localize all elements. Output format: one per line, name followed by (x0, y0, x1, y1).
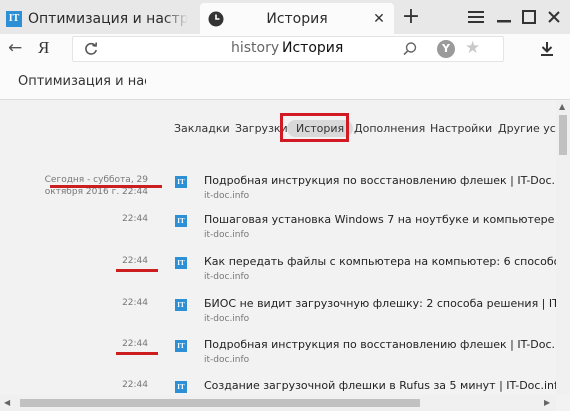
history-time: 22:44 (122, 339, 148, 349)
vertical-scrollbar[interactable]: ▲ (556, 101, 570, 395)
history-domain: it-doc.info (204, 191, 250, 201)
site-favicon: IT (175, 257, 187, 269)
history-domain: it-doc.info (204, 314, 250, 324)
history-title[interactable]: Подробная инструкция по восстановлению ф… (204, 174, 556, 187)
history-time: 22:44 (122, 256, 148, 266)
site-favicon: IT (175, 340, 187, 352)
star-icon[interactable]: ★ (465, 38, 480, 58)
history-row[interactable]: 22:44 IT БИОС не видит загрузочную флешк… (0, 296, 556, 336)
site-favicon: IT (175, 176, 187, 188)
history-row[interactable]: Сегодня - суббота, 29 октября 2016 г. 22… (0, 173, 556, 213)
history-title[interactable]: Подробная инструкция по восстановлению ф… (204, 338, 556, 351)
tab-bar: IT Оптимизация и настройка История ✕ + (0, 0, 570, 34)
history-domain: it-doc.info (204, 230, 250, 240)
history-title[interactable]: Пошаговая установка Windows 7 на ноутбук… (204, 213, 556, 226)
nav-bookmarks[interactable]: Закладки (174, 122, 230, 135)
protect-icon[interactable]: Y (437, 40, 455, 58)
red-underline (116, 269, 158, 272)
url-host: history (231, 40, 280, 56)
history-domain: it-doc.info (204, 355, 250, 365)
scroll-up-icon[interactable]: ▲ (559, 102, 565, 111)
address-row: ← Я history История Y ★ (0, 34, 570, 64)
vertical-scroll-thumb[interactable] (559, 115, 567, 155)
highlight-box (280, 113, 349, 142)
scroll-left-icon[interactable]: ◀ (4, 398, 10, 407)
refresh-icon[interactable] (83, 41, 99, 57)
nav-settings[interactable]: Настройки (430, 122, 492, 135)
red-underline (50, 185, 162, 188)
url-title: История (282, 40, 344, 56)
yandex-logo[interactable]: Я (38, 38, 49, 58)
history-row[interactable]: 22:44 IT Подробная инструкция по восстан… (0, 337, 556, 377)
tab-history[interactable]: История ✕ (200, 3, 394, 34)
nav-other-devices[interactable]: Другие устройств (498, 122, 556, 135)
it-doc-favicon: IT (6, 10, 22, 27)
scroll-right-icon[interactable]: ▶ (544, 398, 550, 407)
browser-nav-links: Закладки Загрузки История Дополнения Нас… (0, 120, 556, 142)
history-time: 22:44 (122, 214, 148, 224)
tab-title-active: История (266, 10, 328, 27)
close-window-icon[interactable] (543, 6, 565, 28)
search-icon[interactable] (402, 41, 418, 57)
history-title[interactable]: Создание загрузочной флешки в Rufus за 5… (204, 379, 556, 392)
history-row[interactable]: 22:44 IT Как передать файлы с компьютера… (0, 254, 556, 294)
minimize-icon[interactable] (493, 6, 515, 28)
nav-extensions[interactable]: Дополнения (354, 122, 425, 135)
history-row[interactable]: 22:44 IT Создание загрузочной флешки в R… (0, 378, 556, 395)
back-arrow-icon[interactable]: ← (8, 38, 28, 58)
site-favicon: IT (175, 381, 187, 393)
history-time: 22:44 (122, 380, 148, 390)
horizontal-scroll-thumb[interactable] (20, 399, 420, 407)
site-favicon: IT (175, 299, 187, 311)
download-icon[interactable] (538, 40, 556, 58)
tab-title: Оптимизация и настройка (28, 10, 188, 27)
history-time: 22:44 (122, 298, 148, 308)
close-tab-icon[interactable]: ✕ (370, 10, 388, 28)
maximize-icon[interactable] (518, 6, 540, 28)
red-underline (116, 352, 158, 355)
history-title[interactable]: Как передать файлы с компьютера на компь… (204, 255, 556, 268)
history-page: Закладки Загрузки История Дополнения Нас… (0, 101, 556, 395)
address-field[interactable]: history История Y ★ (72, 36, 504, 62)
bookmark-item[interactable]: Оптимизация и настр (18, 74, 146, 89)
history-row[interactable]: 22:44 IT Пошаговая установка Windows 7 н… (0, 212, 556, 252)
site-favicon: IT (175, 215, 187, 227)
clock-icon (208, 11, 224, 26)
horizontal-scrollbar[interactable]: ◀ ▶ (0, 395, 556, 411)
history-title[interactable]: БИОС не видит загрузочную флешку: 2 спос… (204, 297, 556, 310)
new-tab-button[interactable]: + (398, 5, 424, 31)
bookmarks-bar: Оптимизация и настр (0, 64, 570, 100)
history-domain: it-doc.info (204, 272, 250, 282)
tab-optimization[interactable]: IT Оптимизация и настройка (6, 3, 192, 34)
menu-icon[interactable] (465, 6, 487, 28)
